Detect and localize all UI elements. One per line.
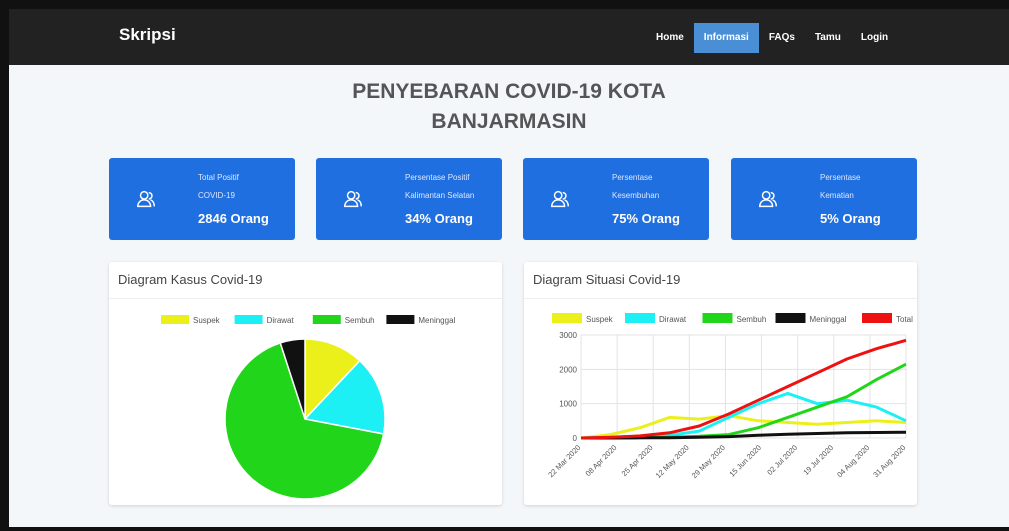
x-tick-label: 19 Jul 2020 [801,443,835,477]
legend-label: Total [896,315,913,324]
divider [109,298,502,299]
card-value: 5% Orang [820,211,881,226]
legend-label: Meninggal [810,315,847,324]
panel-pie-chart: Diagram Kasus Covid-19 Suspek Dirawat Semb… [109,262,502,505]
y-tick-label: 2000 [559,365,577,374]
legend-swatch [775,313,806,323]
panel-title: Diagram Kasus Covid-19 [118,272,263,287]
navbar: Skripsi Home Informasi FAQs Tamu Login [9,9,1009,65]
nav-tamu[interactable]: Tamu [805,23,851,53]
legend-label: Dirawat [267,316,295,325]
nav-informasi[interactable]: Informasi [693,23,759,53]
card-label: Persentase [820,173,861,182]
page-title-line2: BANJARMASIN [431,110,587,133]
pie-chart: Suspek Dirawat Sembuh Meninggal [161,315,456,500]
nav-home[interactable]: Home [646,23,694,53]
card-label: Total Positif [198,173,239,182]
app-frame: Skripsi Home Informasi FAQs Tamu Login P… [0,0,1009,531]
y-tick-label: 3000 [559,331,577,340]
user-group-icon [137,190,155,208]
x-tick-label: 25 Apr 2020 [620,443,655,478]
panel-title: Diagram Situasi Covid-19 [533,272,681,287]
card-label: COVID-19 [198,191,235,200]
user-group-icon [551,190,569,208]
x-tick-label: 22 Mar 2020 [546,443,582,479]
legend-swatch [234,315,263,324]
legend-label: Sembuh [737,315,767,324]
divider [524,298,917,299]
x-tick-label: 29 May 2020 [690,443,727,480]
card-total-positif: Total Positif COVID-19 2846 Orang [109,158,295,240]
legend-swatch [386,315,415,324]
panel-line-chart: Diagram Situasi Covid-19 Suspek Dirawat Se… [524,262,917,505]
card-persentase-positif: Persentase Positif Kalimantan Selatan 34… [316,158,502,240]
legend-label: Suspek [586,315,614,324]
card-label: Persentase Positif [405,173,470,182]
card-persentase-kematian: Persentase Kematian 5% Orang [731,158,917,240]
legend-swatch [552,313,582,323]
card-value: 75% Orang [612,211,680,226]
legend-label: Sembuh [345,316,375,325]
y-tick-label: 1000 [559,400,577,409]
y-tick-label: 0 [573,434,578,443]
legend-label: Suspek [193,316,221,325]
line-chart: Suspek Dirawat Sembuh Meninggal Total 0 1000 20… [546,313,913,480]
legend-swatch [625,313,655,323]
card-label: Persentase [612,173,653,182]
brand-logo[interactable]: Skripsi [119,25,176,45]
card-label: Kesembuhan [612,191,660,200]
page-title: PENYEBARAN COVID-19 KOTA BANJARMASIN [9,77,1009,137]
nav-faqs[interactable]: FAQs [759,23,805,53]
legend-label: Dirawat [659,315,687,324]
x-tick-label: 04 Aug 2020 [835,443,871,479]
page-title-line1: PENYEBARAN COVID-19 KOTA [352,80,666,103]
legend-swatch [702,313,733,323]
card-persentase-kesembuhan: Persentase Kesembuhan 75% Orang [523,158,709,240]
card-value: 34% Orang [405,211,473,226]
user-group-icon [344,190,362,208]
nav-menu: Home Informasi FAQs Tamu Login [646,23,898,53]
x-tick-label: 08 Apr 2020 [584,443,619,478]
nav-login[interactable]: Login [851,23,898,53]
legend-swatch [312,315,341,324]
card-label: Kalimantan Selatan [405,191,475,200]
legend-label: Meninggal [418,316,455,325]
x-tick-label: 12 May 2020 [654,443,691,480]
user-group-icon [759,190,777,208]
legend-swatch [161,315,189,324]
card-label: Kematian [820,191,854,200]
x-tick-label: 15 Jun 2020 [727,443,763,479]
legend-swatch [862,313,892,323]
card-value: 2846 Orang [198,211,269,226]
x-tick-label: 02 Jul 2020 [765,443,799,477]
x-tick-label: 31 Aug 2020 [871,443,907,479]
